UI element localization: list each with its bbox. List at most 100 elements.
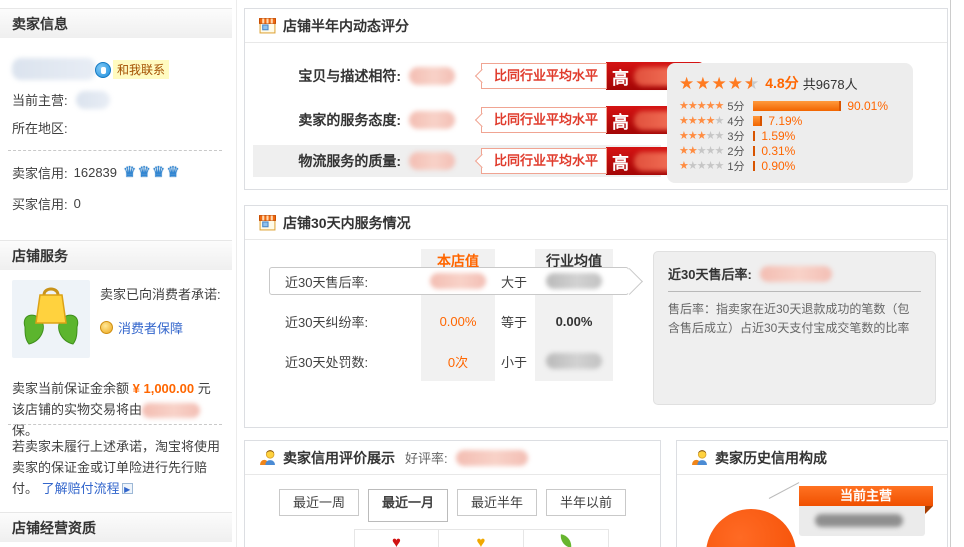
star-icons: ★ (679, 161, 688, 172)
callout-connector (769, 482, 799, 499)
consumer-protection-link[interactable]: 消费者保障 (100, 318, 183, 337)
bubble-text: 比同行业平均水平 (481, 148, 607, 174)
percent-value: 0.90% (761, 159, 795, 173)
tab-last-week[interactable]: 最近一周 (279, 489, 359, 516)
bubble-text: 比同行业平均水平 (481, 63, 607, 89)
learn-payment-link[interactable]: 了解赔付流程 (42, 481, 120, 496)
tab-before-half-year[interactable]: 半年以前 (546, 489, 626, 516)
half-star-icon: ★★ (744, 75, 759, 92)
buyer-credit-label: 买家信用: (12, 194, 68, 213)
deposit-unit: 元 (198, 381, 211, 396)
service-illustration (12, 280, 90, 358)
shop-service-title: 店铺服务 (0, 240, 232, 270)
bad-rating-icon (559, 534, 573, 547)
service-row: 近30天售后率: 大于 (245, 268, 645, 294)
service-row: 近30天纠纷率: 0.00% 等于 0.00% (245, 308, 645, 334)
service-panel-header: 店铺30天内服务情况 (245, 206, 947, 240)
industry-value-censored (546, 273, 602, 289)
seller-credit-row: 卖家信用: 162839 ♛♛♛♛ (12, 163, 181, 182)
history-panel-header: 卖家历史信用构成 (677, 441, 947, 475)
callout-value-box (799, 506, 925, 536)
qualification-section: 店铺经营资质 (0, 512, 232, 542)
consumer-protection-label: 消费者保障 (118, 318, 183, 337)
dsr-row-label: 宝贝与描述相符: (253, 66, 401, 86)
person-icon (259, 449, 276, 466)
info-box-description: 售后率：指卖家在近30天退款成功的笔数（包含售后成立）占近30天支付宝成交笔数的… (668, 300, 921, 338)
region-label: 所在地区: (12, 118, 68, 137)
percent-bar (753, 131, 755, 141)
percent-bar (753, 146, 755, 156)
arrow-right-icon: ▶ (122, 483, 133, 494)
service-panel-title: 店铺30天内服务情况 (283, 213, 411, 233)
history-composition-panel: 卖家历史信用构成 当前主营 (676, 440, 948, 547)
info-value-censored (760, 266, 832, 282)
dsr-panel: 店铺半年内动态评分 宝贝与描述相符: 比同行业平均水平 高 卖家的服务态度: 比… (244, 8, 948, 190)
dsr-panel-title: 店铺半年内动态评分 (283, 16, 409, 36)
rating-count: 共9678人 (803, 74, 858, 93)
compensation-note: 若卖家未履行上述承诺，淘宝将使用卖家的保证金或订单险进行先行赔付。 了解赔付流程… (12, 436, 226, 499)
promise-text: 卖家已向消费者承诺: (100, 284, 226, 303)
trade-censored (142, 403, 200, 418)
higher-badge-text: 高 (612, 64, 629, 89)
page-edge-divider (950, 0, 951, 547)
callout-fold (925, 506, 933, 514)
dsr-score-censored (409, 111, 455, 129)
main-business-censored (76, 91, 110, 109)
rating-score: 4.8分 (765, 73, 798, 93)
shop-value: 0.00% (421, 314, 495, 329)
score-label: 2分 (727, 143, 751, 159)
buyer-credit-row: 买家信用: 0 (12, 194, 81, 213)
wangwang-icon (95, 62, 111, 78)
tab-last-month[interactable]: 最近一月 (368, 489, 448, 522)
protection-badge-icon (100, 321, 113, 334)
rating-table: ♥ ♥ (354, 529, 609, 547)
table-cell-good: ♥ (354, 529, 439, 547)
star-icons-empty: ★★ (706, 131, 724, 142)
dsr-score-censored (409, 67, 455, 85)
seller-credit-label: 卖家信用: (12, 163, 68, 182)
rating-bar-row: ★★★★★ 5分 90.01% (679, 99, 913, 113)
deposit-amount: ¥ 1,000.00 (133, 381, 194, 396)
row-label: 近30天售后率: (285, 272, 368, 291)
bag-hands-icon (20, 287, 82, 351)
score-label: 1分 (727, 158, 751, 174)
dsr-row-label: 卖家的服务态度: (253, 110, 401, 130)
contact-me-label: 和我联系 (113, 60, 169, 79)
contact-me-link[interactable]: 和我联系 (95, 60, 169, 79)
higher-badge-text: 高 (612, 149, 629, 174)
overall-rating-line: ★★★★ ★★ 4.8分 共9678人 (679, 73, 913, 93)
service-30d-panel: 店铺30天内服务情况 本店值 行业均值 近30天售后率: 大于 近30天纠纷率:… (244, 205, 948, 428)
storefront-icon (259, 214, 276, 231)
seller-info-section: 卖家信息 和我联系 当前主营: 所在地区: 卖家信用: 162839 ♛♛♛♛ … (0, 8, 232, 38)
star-icons-empty: ★★★★ (688, 161, 723, 172)
good-rating-icon: ♥ (392, 535, 401, 547)
main-business-row: 当前主营: (12, 90, 110, 109)
sidebar: 卖家信息 和我联系 当前主营: 所在地区: 卖家信用: 162839 ♛♛♛♛ … (0, 0, 232, 547)
table-cell-neutral: ♥ (439, 529, 524, 547)
score-label: 5分 (727, 98, 751, 114)
tab-last-half-year[interactable]: 最近半年 (457, 489, 537, 516)
percent-bar (753, 101, 841, 111)
rating-bar-row: ★★★★★ 3分 1.59% (679, 129, 913, 143)
divider (668, 291, 921, 292)
main-business-label: 当前主营: (12, 90, 68, 109)
rating-bar-row: ★★★★★ 4分 7.19% (679, 114, 913, 128)
rating-summary-box: ★★★★ ★★ 4.8分 共9678人 ★★★★★ 5分 90.01% ★★★★… (667, 63, 913, 183)
score-label: 4分 (727, 113, 751, 129)
crown-icons: ♛♛♛♛ (123, 165, 181, 180)
deposit-text: 卖家当前保证金余额 ¥ 1,000.00 元 该店铺的实物交易将由保。 (12, 378, 224, 441)
divider (8, 150, 222, 151)
comparator: 大于 (501, 272, 527, 291)
rating-bar-row: ★★★★★ 1分 0.90% (679, 159, 913, 173)
praise-rate: 好评率: (405, 448, 528, 467)
credit-panel-title: 卖家信用评价展示 (283, 448, 395, 468)
page: 卖家信息 和我联系 当前主营: 所在地区: 卖家信用: 162839 ♛♛♛♛ … (0, 0, 964, 547)
score-label: 3分 (727, 128, 751, 144)
qualification-title: 店铺经营资质 (0, 512, 232, 542)
dsr-row-logistics: 物流服务的质量: 比同行业平均水平 高 (253, 146, 704, 176)
shop-service-section: 店铺服务 卖家已向消费者承诺: 消费者保障 卖家当前保证金余额 ¥ 1,000.… (0, 240, 232, 270)
buyer-credit-value: 0 (74, 196, 81, 211)
rating-bar-row: ★★★★★ 2分 0.31% (679, 144, 913, 158)
comparator: 等于 (501, 312, 527, 331)
neutral-rating-icon: ♥ (477, 535, 486, 547)
